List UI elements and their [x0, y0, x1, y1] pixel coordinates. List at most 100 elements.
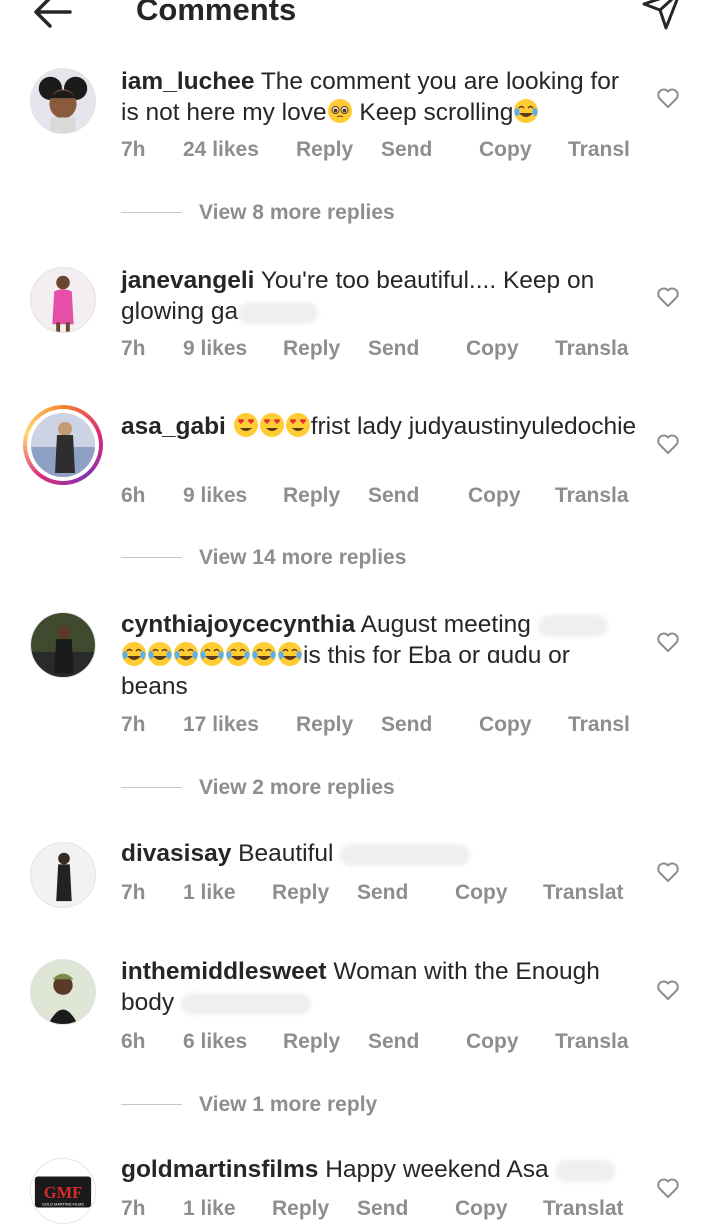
- send-button[interactable]: Send: [368, 335, 419, 363]
- view-replies-label[interactable]: View 1 more reply: [199, 1091, 377, 1119]
- tears-of-joy-emoji-icon: [226, 642, 250, 666]
- copy-button[interactable]: Copy: [466, 335, 519, 363]
- timestamp: 7h: [121, 1197, 146, 1220]
- divider: [121, 557, 182, 558]
- username[interactable]: iam_luchee: [121, 68, 254, 95]
- avatar[interactable]: [30, 842, 96, 908]
- avatar[interactable]: [30, 959, 96, 1025]
- heart-outline-icon[interactable]: [656, 432, 680, 456]
- tears-of-joy-emoji-icon: [514, 99, 539, 123]
- heart-eyes-emoji-icon: [285, 413, 310, 437]
- timestamp: 7h: [121, 881, 146, 904]
- send-button[interactable]: Send: [357, 1195, 408, 1223]
- likes-count[interactable]: 9 likes: [183, 482, 247, 510]
- heart-outline-icon[interactable]: [656, 630, 680, 654]
- heart-eyes-emoji-icon: [259, 413, 284, 437]
- copy-button[interactable]: Copy: [466, 1028, 519, 1056]
- avatar[interactable]: [30, 612, 96, 678]
- view-replies-label[interactable]: View 2 more replies: [199, 774, 395, 802]
- copy-button[interactable]: Copy: [455, 879, 508, 907]
- back-arrow-icon[interactable]: [30, 0, 76, 32]
- translate-button[interactable]: Translat: [543, 1195, 624, 1223]
- send-button[interactable]: Send: [381, 136, 432, 164]
- reply-button[interactable]: Reply: [283, 1028, 340, 1056]
- likes-count[interactable]: 1 like: [183, 1195, 236, 1223]
- avatar-logo-subtext: GOLD MARTINS FILMS: [42, 1202, 84, 1207]
- view-replies-label[interactable]: View 14 more replies: [199, 544, 406, 572]
- reply-button[interactable]: Reply: [296, 711, 353, 739]
- username[interactable]: inthemiddlesweet: [121, 958, 327, 985]
- heart-outline-icon[interactable]: [656, 285, 680, 309]
- divider: [121, 1104, 182, 1105]
- reply-button[interactable]: Reply: [283, 335, 340, 363]
- tears-of-joy-emoji-icon: [174, 642, 198, 666]
- translate-button[interactable]: Transla: [555, 335, 629, 363]
- reply-button[interactable]: Reply: [272, 879, 329, 907]
- heart-outline-icon[interactable]: [656, 1176, 680, 1200]
- comment-text: cynthiajoycecynthia August meeting is th…: [121, 609, 641, 702]
- avatar[interactable]: [30, 68, 96, 134]
- translate-button[interactable]: Transl: [568, 711, 630, 739]
- page-title: Comments: [136, 0, 297, 27]
- tears-of-joy-emoji-icon: [278, 642, 302, 666]
- heart-outline-icon[interactable]: [656, 86, 680, 110]
- copy-button[interactable]: Copy: [455, 1195, 508, 1223]
- comment-body: Beautiful: [238, 840, 334, 867]
- avatar-logo-text: GMF: [44, 1183, 82, 1202]
- view-replies-label[interactable]: View 8 more replies: [199, 199, 395, 227]
- username[interactable]: asa_gabi: [121, 413, 226, 440]
- timestamp: 7h: [121, 138, 146, 161]
- divider: [121, 212, 182, 213]
- username[interactable]: divasisay: [121, 840, 231, 867]
- paper-plane-icon[interactable]: [640, 0, 684, 32]
- timestamp: 6h: [121, 1030, 146, 1053]
- comment-text: janevangeli You're too beautiful.... Kee…: [121, 265, 641, 327]
- comment-body-continued: Keep scrolling: [352, 99, 514, 126]
- timestamp: 7h: [121, 337, 146, 360]
- comment-text: goldmartinsfilms Happy weekend Asa: [121, 1154, 641, 1185]
- copy-button[interactable]: Copy: [468, 482, 521, 510]
- translate-button[interactable]: Transla: [555, 1028, 629, 1056]
- heart-outline-icon[interactable]: [656, 860, 680, 884]
- tears-of-joy-emoji-icon: [148, 642, 172, 666]
- username[interactable]: goldmartinsfilms: [121, 1156, 318, 1183]
- likes-count[interactable]: 6 likes: [183, 1028, 247, 1056]
- blurred-content: [555, 1159, 616, 1182]
- copy-button[interactable]: Copy: [479, 136, 532, 164]
- likes-count[interactable]: 24 likes: [183, 136, 259, 164]
- blurred-content: [238, 301, 319, 324]
- pleading-face-emoji-icon: [327, 99, 352, 123]
- translate-button[interactable]: Transl: [568, 136, 630, 164]
- avatar-story-ring[interactable]: [23, 405, 103, 485]
- username[interactable]: cynthiajoycecynthia: [121, 611, 355, 638]
- reply-button[interactable]: Reply: [272, 1195, 329, 1223]
- avatar[interactable]: GMF GOLD MARTINS FILMS: [30, 1158, 96, 1224]
- timestamp: 7h: [121, 713, 146, 736]
- send-button[interactable]: Send: [368, 482, 419, 510]
- copy-button[interactable]: Copy: [479, 711, 532, 739]
- likes-count[interactable]: 17 likes: [183, 711, 259, 739]
- comment-body: Happy weekend Asa: [325, 1156, 549, 1183]
- send-button[interactable]: Send: [368, 1028, 419, 1056]
- heart-outline-icon[interactable]: [656, 978, 680, 1002]
- reply-button[interactable]: Reply: [296, 136, 353, 164]
- heart-eyes-emoji-icon: [233, 413, 258, 437]
- avatar[interactable]: [30, 267, 96, 333]
- translate-button[interactable]: Transla: [555, 482, 629, 510]
- comment-body: August meeting: [360, 611, 531, 638]
- comment-text: divasisay Beautiful: [121, 838, 641, 869]
- divider: [121, 787, 182, 788]
- comment-text: inthemiddlesweet Woman with the Enough b…: [121, 956, 641, 1018]
- likes-count[interactable]: 1 like: [183, 879, 236, 907]
- comment-text: iam_luchee The comment you are looking f…: [121, 66, 641, 128]
- blurred-content: [340, 843, 471, 866]
- send-button[interactable]: Send: [381, 711, 432, 739]
- tears-of-joy-emoji-icon: [252, 642, 276, 666]
- tears-of-joy-emoji-icon: [200, 642, 224, 666]
- likes-count[interactable]: 9 likes: [183, 335, 247, 363]
- tears-of-joy-emoji-icon: [122, 642, 146, 666]
- reply-button[interactable]: Reply: [283, 482, 340, 510]
- username[interactable]: janevangeli: [121, 267, 254, 294]
- send-button[interactable]: Send: [357, 879, 408, 907]
- translate-button[interactable]: Translat: [543, 879, 624, 907]
